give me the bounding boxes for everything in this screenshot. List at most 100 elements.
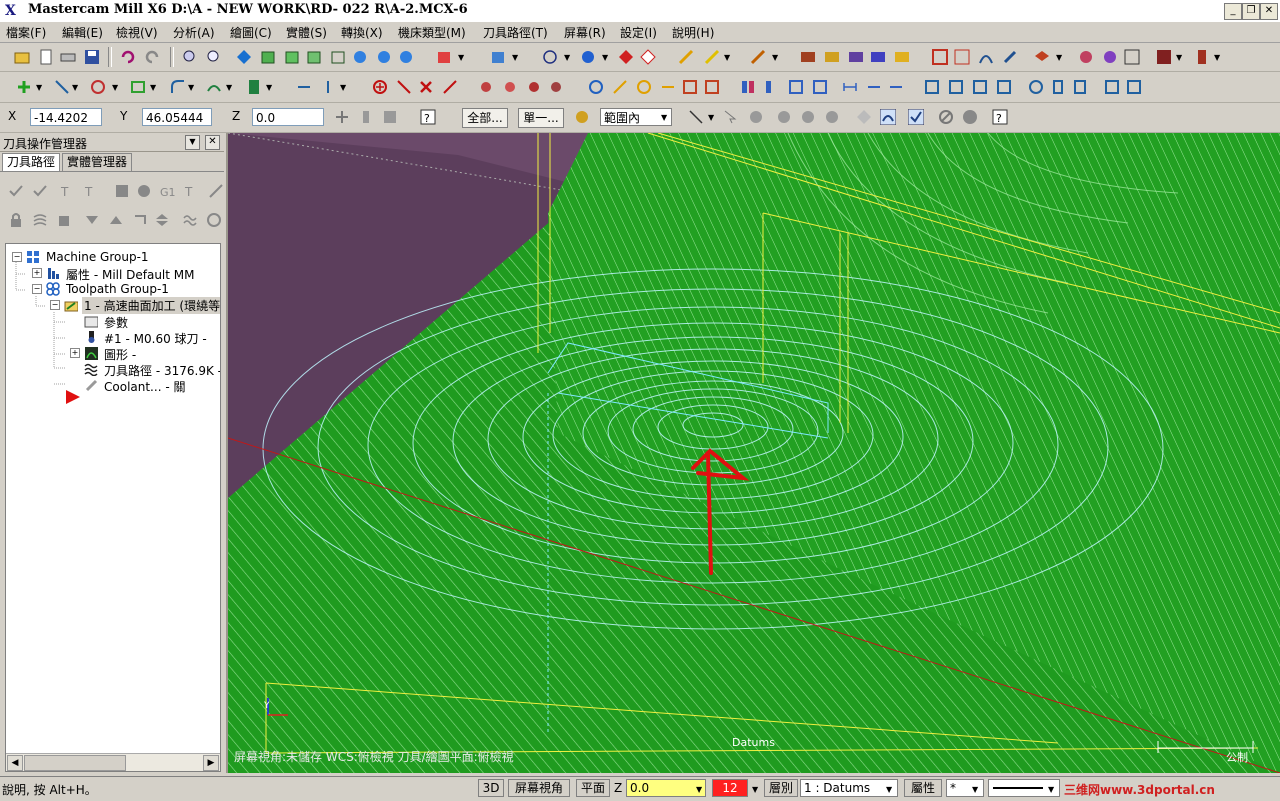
screen-view-button[interactable]: 屏幕視角 [508,779,570,797]
zoom-window-icon[interactable] [206,49,222,65]
settings-icon-a[interactable] [1078,49,1094,65]
wave-icon[interactable] [182,212,198,228]
selection-method-dropdown-icon[interactable]: ▼ [661,113,667,122]
op-icon-3[interactable] [848,49,864,65]
panel-close-icon[interactable]: ✕ [205,135,220,150]
break-icon[interactable] [320,79,336,95]
move-up-icon[interactable] [108,212,124,228]
lock-icon[interactable] [8,212,24,228]
view-box2-icon[interactable] [948,79,964,95]
panel-dropdown-icon[interactable]: ▼ [185,135,200,150]
arc-icon[interactable] [90,79,106,95]
fast-point-icon[interactable] [334,109,350,125]
mode-3d-button[interactable]: 3D [478,779,504,797]
shading-icon[interactable] [436,49,452,65]
expand-toolpath-group-icon[interactable]: − [32,284,42,294]
expand-geometry-icon[interactable]: + [70,348,80,358]
tree-item-coolant[interactable]: Coolant... - 關 [104,378,185,395]
graphics-viewport[interactable]: Y Datums 公制 屏幕視角:未儲存 WCS:俯檢視 刀具/繪圖平面:俯檢視 [228,133,1280,773]
op-icon-5[interactable] [894,49,910,65]
print-icon[interactable] [60,49,76,65]
menu-help[interactable]: 說明(H) [672,24,714,41]
menu-view[interactable]: 檢視(V) [116,24,158,41]
point-icon[interactable] [16,79,32,95]
insert-arrow-icon[interactable] [132,212,148,228]
view-box3-icon[interactable] [972,79,988,95]
y-coordinate-input[interactable]: 46.05444 [142,108,212,126]
minimize-button[interactable]: _ [1224,3,1242,20]
shape-filter4-icon[interactable] [824,109,840,125]
select-all-ops-icon[interactable] [8,183,24,199]
menu-toolpaths[interactable]: 刀具路徑(T) [483,24,548,41]
attributes-button[interactable]: 屬性 [904,779,942,797]
dimension2-icon[interactable] [866,79,882,95]
color-dropdown-status-icon[interactable]: ▼ [752,785,758,794]
point-style-dropdown-icon[interactable]: ▼ [972,785,978,794]
menu-create[interactable]: 繪圖(C) [230,24,272,41]
view-wire-icon[interactable] [330,49,346,65]
solid-select-icon[interactable] [856,109,872,125]
scroll-right-icon[interactable]: ▶ [203,755,219,771]
fillet-icon[interactable] [170,79,186,95]
gear-icon[interactable] [478,79,494,95]
erase-icon[interactable] [640,49,656,65]
gear2-icon[interactable] [502,79,518,95]
arc-select-icon[interactable] [880,109,896,125]
pencil-dropdown-icon[interactable]: ▼ [724,53,730,62]
select-none-icon[interactable] [1126,79,1142,95]
view-iso-icon[interactable] [306,49,322,65]
level-select[interactable]: 1 : Datums [800,779,898,797]
view-side-icon[interactable] [284,49,300,65]
menu-file[interactable]: 檔案(F) [6,24,46,41]
surface-icon[interactable] [246,79,262,95]
color-box[interactable]: 12 [712,779,748,797]
plane-button[interactable]: 平面 [576,779,610,797]
pencil2-icon[interactable] [704,49,720,65]
regenerate-icon[interactable]: T [60,183,76,199]
tree-item-parameters[interactable]: 參數 [104,314,128,331]
toggle-post-icon[interactable] [56,212,72,228]
shape-filter-icon[interactable] [748,109,764,125]
align-icon[interactable] [954,49,970,65]
mirror2-icon[interactable] [764,79,780,95]
all-button[interactable]: 全部... [462,108,508,128]
undo-icon[interactable] [120,49,136,65]
post-icon[interactable]: T [184,183,200,199]
scroll-thumb[interactable] [24,755,126,771]
gear3-icon[interactable] [526,79,542,95]
move-down-icon[interactable] [84,212,100,228]
op-icon-2[interactable] [824,49,840,65]
scroll-left-icon[interactable]: ◀ [7,755,23,771]
mirror-icon[interactable] [740,79,756,95]
op-icon-1[interactable] [800,49,816,65]
menu-xform[interactable]: 轉換(X) [341,24,383,41]
shape-filter3-icon[interactable] [800,109,816,125]
dimension3-icon[interactable] [888,79,904,95]
line-style-dropdown-icon[interactable]: ▼ [1048,785,1054,794]
line-dropdown-icon[interactable]: ▼ [72,83,78,92]
help2-icon[interactable]: ? [992,109,1008,125]
menu-solids[interactable]: 實體(S) [286,24,327,41]
x-coordinate-input[interactable]: -14.4202 [30,108,102,126]
tool-icon[interactable] [1002,49,1018,65]
view-box-icon[interactable] [924,79,940,95]
view-top-icon[interactable] [236,49,252,65]
op-icon-4[interactable] [870,49,886,65]
fit-icon[interactable] [182,49,198,65]
tab-solids-manager[interactable]: 實體管理器 [62,153,133,172]
view-box4-icon[interactable] [996,79,1012,95]
level-dropdown-icon[interactable]: ▼ [886,785,892,794]
edit-icon[interactable] [750,49,766,65]
tree-item-operation[interactable]: 1 - 高速曲面加工 (環繞等 [82,297,220,314]
highfeed-icon[interactable] [208,183,224,199]
menu-settings[interactable]: 設定(I) [620,24,657,41]
split-icon[interactable] [442,79,458,95]
cylinder-icon[interactable] [1050,79,1066,95]
chain-dropdown-icon[interactable]: ▼ [708,113,714,122]
save-icon[interactable] [84,49,100,65]
point-style-select[interactable]: * [946,779,984,797]
rectangle-icon[interactable] [130,79,146,95]
globe-icon[interactable] [542,49,558,65]
layers-dropdown-icon[interactable]: ▼ [1056,53,1062,62]
tree-horizontal-scrollbar[interactable]: ◀ ▶ [6,753,220,771]
